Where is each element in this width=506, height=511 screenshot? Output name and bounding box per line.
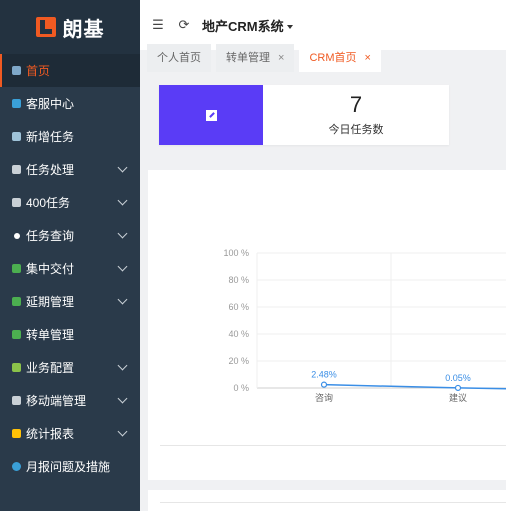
logo[interactable]: 朗基 [0,0,140,54]
sidebar-item-label: 任务处理 [26,163,75,177]
tab-label: CRM首页 [309,52,357,64]
tab-label: 个人首页 [157,52,201,64]
panel-divider [160,445,506,446]
sidebar-item[interactable]: 任务查询 [0,219,140,252]
logo-text: 朗基 [62,18,105,41]
chevron-down-icon [117,228,128,239]
chevron-down-icon [117,162,128,173]
tab[interactable]: 个人首页 [147,44,211,72]
sidebar-item[interactable]: 新增任务 [0,120,140,153]
mobile-icon [12,396,21,405]
bottom-panel-divider [160,502,506,503]
close-icon[interactable]: × [365,44,371,72]
sidebar-item[interactable]: 统计报表 [0,417,140,450]
refresh-icon[interactable]: ⟳ [176,17,192,33]
edit-icon [205,109,217,121]
chevron-down-icon [117,261,128,272]
tab-label: 转单管理 [226,52,270,64]
home-icon [12,66,21,75]
sidebar-item[interactable]: 移动端管理 [0,384,140,417]
sidebar-item-label: 移动端管理 [26,394,87,408]
stat-label: 今日任务数 [328,124,384,136]
chevron-down-icon [117,426,128,437]
close-icon[interactable]: × [278,44,284,72]
tab[interactable]: CRM首页 × [299,44,381,72]
sidebar-item-label: 统计报表 [26,427,75,441]
dot-icon [14,232,20,239]
page-tabs: 个人首页 转单管理 × CRM首页 × [140,42,506,72]
chevron-down-icon [117,195,128,206]
chevron-down-icon [117,294,128,305]
sidebar-item[interactable]: 延期管理 [0,285,140,318]
y-tick-label: 80 % [228,275,249,285]
y-tick-label: 0 % [233,383,249,393]
y-tick-label: 100 % [223,248,249,258]
data-point [320,381,328,388]
gear-icon [12,165,21,174]
stat-body: 7 今日任务数 [263,85,449,145]
bottom-panel [148,490,506,511]
sidebar-item[interactable]: 转单管理 [0,318,140,351]
customer-service-icon [12,99,21,108]
gear-icon [12,198,21,207]
x-tick-label: 建议 [449,392,467,403]
sidebar-item-label: 客服中心 [26,97,75,111]
y-tick-label: 60 % [228,302,249,312]
info-icon [12,462,21,471]
tab[interactable]: 转单管理 × [216,44,295,72]
stack-icon [12,297,21,306]
sidebar-item-label: 任务查询 [26,229,75,243]
sidebar-item[interactable]: 业务配置 [0,351,140,384]
sidebar-item[interactable]: 首页 [0,54,140,87]
system-switcher[interactable]: 地产CRM系统 [202,16,293,35]
y-tick-label: 40 % [228,329,249,339]
y-tick-label: 20 % [228,356,249,366]
sidebar-item[interactable]: 任务处理 [0,153,140,186]
sidebar-item[interactable]: 集中交付 [0,252,140,285]
sidebar-item-label: 首页 [26,64,51,78]
data-label: 0.05% [445,373,471,383]
stat-card-today-tasks[interactable]: 7 今日任务数 [159,85,449,145]
line-chart: 100 % 80 % 60 % 40 % 20 % 0 % 咨询 建议 2.48% 0.05% [223,248,506,403]
sidebar-item[interactable]: 400任务 [0,186,140,219]
sidebar-item[interactable]: 月报问题及措施 [0,450,140,483]
sidebar-item-label: 400任务 [26,196,71,210]
stat-icon-box [159,85,263,145]
sidebar-menu: 首页客服中心新增任务任务处理 400任务任务查询集中交付延期管理转单管理业务配置移… [0,54,140,483]
data-label: 2.48% [311,370,337,380]
stack-icon [12,264,21,273]
x-tick-label: 咨询 [315,392,333,403]
stack-icon [12,330,21,339]
chevron-down-icon [117,393,128,404]
caret-down-icon [286,25,293,30]
bar-chart-icon [12,429,21,438]
data-point [454,384,462,392]
leaf-icon [12,363,21,372]
sidebar: 朗基 首页客服中心新增任务任务处理 400任务任务查询集中交付延期管理转单管理业务… [0,0,140,511]
sidebar-item-label: 集中交付 [26,262,75,276]
chevron-down-icon [117,360,128,371]
sidebar-item-label: 延期管理 [26,295,75,309]
system-title: 地产CRM系统 [202,18,284,34]
stat-value: 7 [349,92,363,117]
sidebar-item-label: 新增任务 [26,130,75,144]
chart-panel: 100 % 80 % 60 % 40 % 20 % 0 % 咨询 建议 2.48% 0.05% [148,170,506,480]
cloud-icon [12,132,21,141]
sidebar-item[interactable]: 客服中心 [0,87,140,120]
logo-mark-icon [35,17,56,37]
sidebar-item-label: 月报问题及措施 [26,460,111,474]
menu-toggle-icon[interactable]: ☰ [150,17,166,33]
sidebar-item-label: 转单管理 [26,328,75,342]
sidebar-item-label: 业务配置 [26,361,75,375]
